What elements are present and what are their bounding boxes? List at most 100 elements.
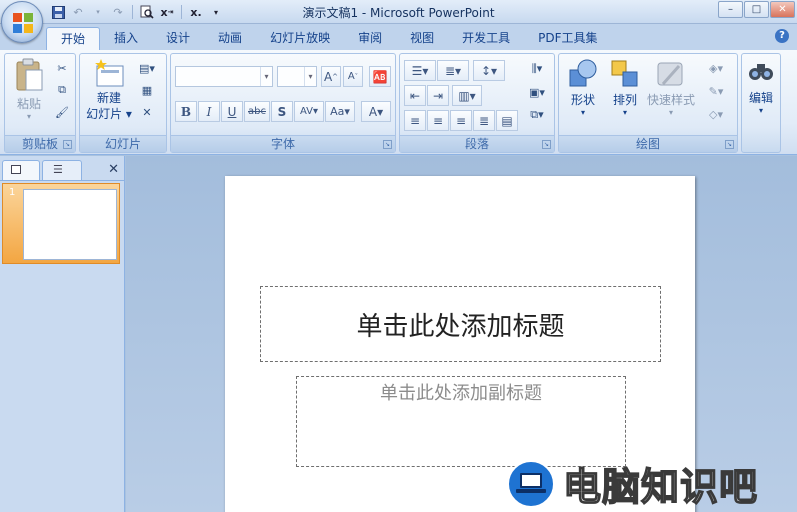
pane-tabs: ☰ ✕ (0, 158, 125, 180)
ribbon-tab-bar: 开始 插入 设计 动画 幻灯片放映 审阅 视图 开发工具 PDF工具集 ? (0, 24, 797, 51)
help-icon[interactable]: ? (775, 29, 789, 43)
chevron-down-icon: ▾ (260, 67, 272, 86)
new-slide-icon (95, 59, 124, 87)
numbering-button[interactable]: ≣▾ (437, 60, 469, 81)
shape-fill-icon[interactable]: ◈▾ (701, 59, 731, 77)
shape-effects-icon[interactable]: ◇▾ (701, 105, 731, 123)
distributed-icon[interactable]: ▤ (496, 110, 518, 131)
close-button[interactable]: ✕ (770, 1, 795, 18)
underline-button[interactable]: U (221, 101, 243, 122)
new-slide-label-line2: 幻灯片 ▾ (86, 107, 132, 121)
text-shadow-button[interactable]: S (271, 101, 293, 122)
minimize-button[interactable]: – (718, 1, 743, 18)
line-spacing-button[interactable]: ↕▾ (473, 60, 505, 81)
tab-6[interactable]: 视图 (396, 27, 448, 51)
paste-button[interactable]: 粘贴 ▾ (11, 58, 47, 121)
tab-1[interactable]: 插入 (100, 27, 152, 51)
outline-tab-icon: ☰ (53, 163, 63, 176)
tab-0[interactable]: 开始 (46, 27, 101, 51)
arrange-button[interactable]: 排列 ▾ (605, 58, 645, 117)
clipboard-group: 粘贴 ▾ ✂ ⧉ 🖌 剪贴板 ↘ (4, 53, 76, 153)
layout-icon[interactable]: ▤▾ (138, 59, 156, 77)
align-center-icon[interactable]: ≡ (427, 110, 449, 131)
character-spacing-button[interactable]: AV ▾ (294, 101, 324, 122)
strikethrough-button[interactable]: abc (244, 101, 270, 122)
divider (0, 180, 125, 181)
align-left-icon[interactable]: ≡ (404, 110, 426, 131)
window-title: 演示文稿1 - Microsoft PowerPoint (302, 6, 495, 20)
quick-styles-label: 快速样式 (647, 93, 696, 107)
format-painter-icon[interactable]: 🖌 (53, 103, 71, 121)
slide-thumbnail-item[interactable]: 1 (2, 183, 120, 264)
new-slide-label: 新建 幻灯片 ▾ (86, 90, 132, 122)
font-group: ▾ ▾ A ^ Aˇ 🆎 B I U abc S AV ▾ Aa ▾ A ▾ 字体 ↘ (170, 53, 396, 153)
close-pane-icon[interactable]: ✕ (108, 162, 119, 177)
italic-button[interactable]: I (198, 101, 220, 122)
shrink-font-button[interactable]: Aˇ (343, 66, 363, 87)
font-color-label: A (368, 104, 378, 119)
font-color-button[interactable]: A ▾ (361, 101, 391, 122)
tab-slides[interactable] (2, 160, 40, 180)
reset-icon[interactable]: ▦ (138, 81, 156, 99)
delete-slide-icon[interactable]: ✕ (138, 103, 156, 121)
columns-button[interactable]: ▥▾ (452, 85, 482, 106)
paragraph-group: ☰▾ ≣▾ ↕▾ ⇤ ⇥ ▥▾ ≡ ≡ ≡ ≣ ▤ ⫼▾ ▣▾ ⧉▾ 段落 ↘ (399, 53, 555, 153)
font-label: 字体 (171, 135, 395, 152)
shape-outline-icon[interactable]: ✎▾ (701, 82, 731, 100)
bullets-button[interactable]: ☰▾ (404, 60, 436, 81)
increase-indent-icon[interactable]: ⇥ (427, 85, 449, 106)
justify-icon[interactable]: ≣ (473, 110, 495, 131)
tab-4[interactable]: 幻灯片放映 (256, 27, 344, 51)
arrange-label: 排列 (612, 93, 637, 107)
smartart-icon[interactable]: ⧉▾ (524, 106, 550, 124)
grow-font-button[interactable]: A ^ (321, 66, 341, 87)
text-direction-icon[interactable]: ⫼▾ (524, 60, 550, 78)
dialog-launcher-icon[interactable]: ↘ (63, 140, 72, 149)
align-text-icon[interactable]: ▣▾ (524, 83, 550, 101)
tab-outline[interactable]: ☰ (42, 160, 82, 180)
office-button[interactable] (1, 1, 43, 43)
slides-label: 幻灯片 (80, 135, 166, 152)
subtitle-placeholder[interactable]: 单击此处添加副标题 (296, 376, 626, 467)
dropdown-arrow-icon: ▾ (26, 112, 31, 121)
tab-8[interactable]: PDF工具集 (524, 27, 611, 51)
copy-icon[interactable]: ⧉ (53, 81, 71, 99)
slide-thumbnail[interactable] (23, 189, 117, 260)
new-slide-button[interactable]: 新建 幻灯片 ▾ (84, 58, 134, 122)
ribbon-tabs: 开始 插入 设计 动画 幻灯片放映 审阅 视图 开发工具 PDF工具集 (46, 27, 612, 51)
drawing-label: 绘图 (559, 135, 737, 152)
tab-7[interactable]: 开发工具 (448, 27, 524, 51)
laptop-logo-icon (507, 459, 555, 508)
drawing-group: 形状 ▾ 排列 ▾ 快速样式 ▾ ◈▾ ✎▾ ◇▾ 绘图 ↘ (558, 53, 738, 153)
align-right-icon[interactable]: ≡ (450, 110, 472, 131)
new-slide-label-line1: 新建 (96, 91, 121, 105)
quick-styles-button[interactable]: 快速样式 ▾ (647, 58, 695, 117)
dialog-launcher-icon[interactable]: ↘ (542, 140, 551, 149)
title-placeholder[interactable]: 单击此处添加标题 (260, 286, 661, 362)
ribbon: 粘贴 ▾ ✂ ⧉ 🖌 剪贴板 ↘ 新建 幻灯片 ▾ ▤▾ ▦ ✕ 幻灯片 ▾ ▾ (0, 50, 797, 155)
maximize-button[interactable]: □ (744, 1, 769, 18)
tab-3[interactable]: 动画 (204, 27, 256, 51)
change-case-label: Aa (330, 105, 345, 118)
cut-icon[interactable]: ✂ (53, 59, 71, 77)
title-bar: ↶ ▾ ↷ x ⇥ x. ▾ 演示文稿1 - Microsoft PowerPoi… (0, 0, 797, 24)
dialog-launcher-icon[interactable]: ↘ (725, 140, 734, 149)
paste-icon (16, 58, 43, 91)
font-name-select[interactable]: ▾ (175, 66, 273, 87)
slide-number: 1 (9, 187, 16, 198)
dropdown-arrow-icon: ▾ (622, 108, 627, 117)
office-logo-icon (13, 13, 33, 33)
editing-button[interactable]: 编辑 ▾ (744, 60, 778, 115)
shapes-button[interactable]: 形状 ▾ (563, 58, 603, 117)
chevron-down-icon: ▾ (304, 67, 316, 86)
bold-button[interactable]: B (175, 101, 197, 122)
dialog-launcher-icon[interactable]: ↘ (383, 140, 392, 149)
binoculars-icon (749, 64, 773, 80)
clear-format-icon[interactable]: 🆎 (369, 66, 391, 87)
change-case-button[interactable]: Aa ▾ (325, 101, 355, 122)
tab-2[interactable]: 设计 (152, 27, 204, 51)
font-size-select[interactable]: ▾ (277, 66, 317, 87)
tab-5[interactable]: 审阅 (344, 27, 396, 51)
decrease-indent-icon[interactable]: ⇤ (404, 85, 426, 106)
slides-group: 新建 幻灯片 ▾ ▤▾ ▦ ✕ 幻灯片 (79, 53, 167, 153)
